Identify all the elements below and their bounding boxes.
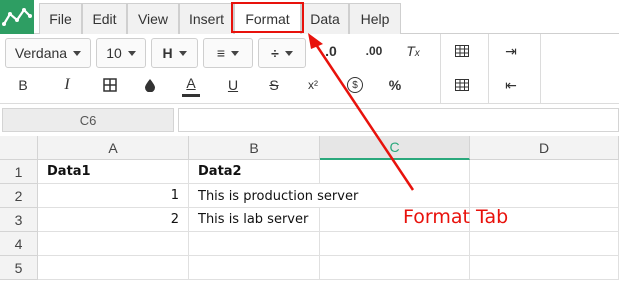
annotation-arrow (308, 33, 415, 191)
annotation-label: Format Tab (403, 206, 509, 228)
